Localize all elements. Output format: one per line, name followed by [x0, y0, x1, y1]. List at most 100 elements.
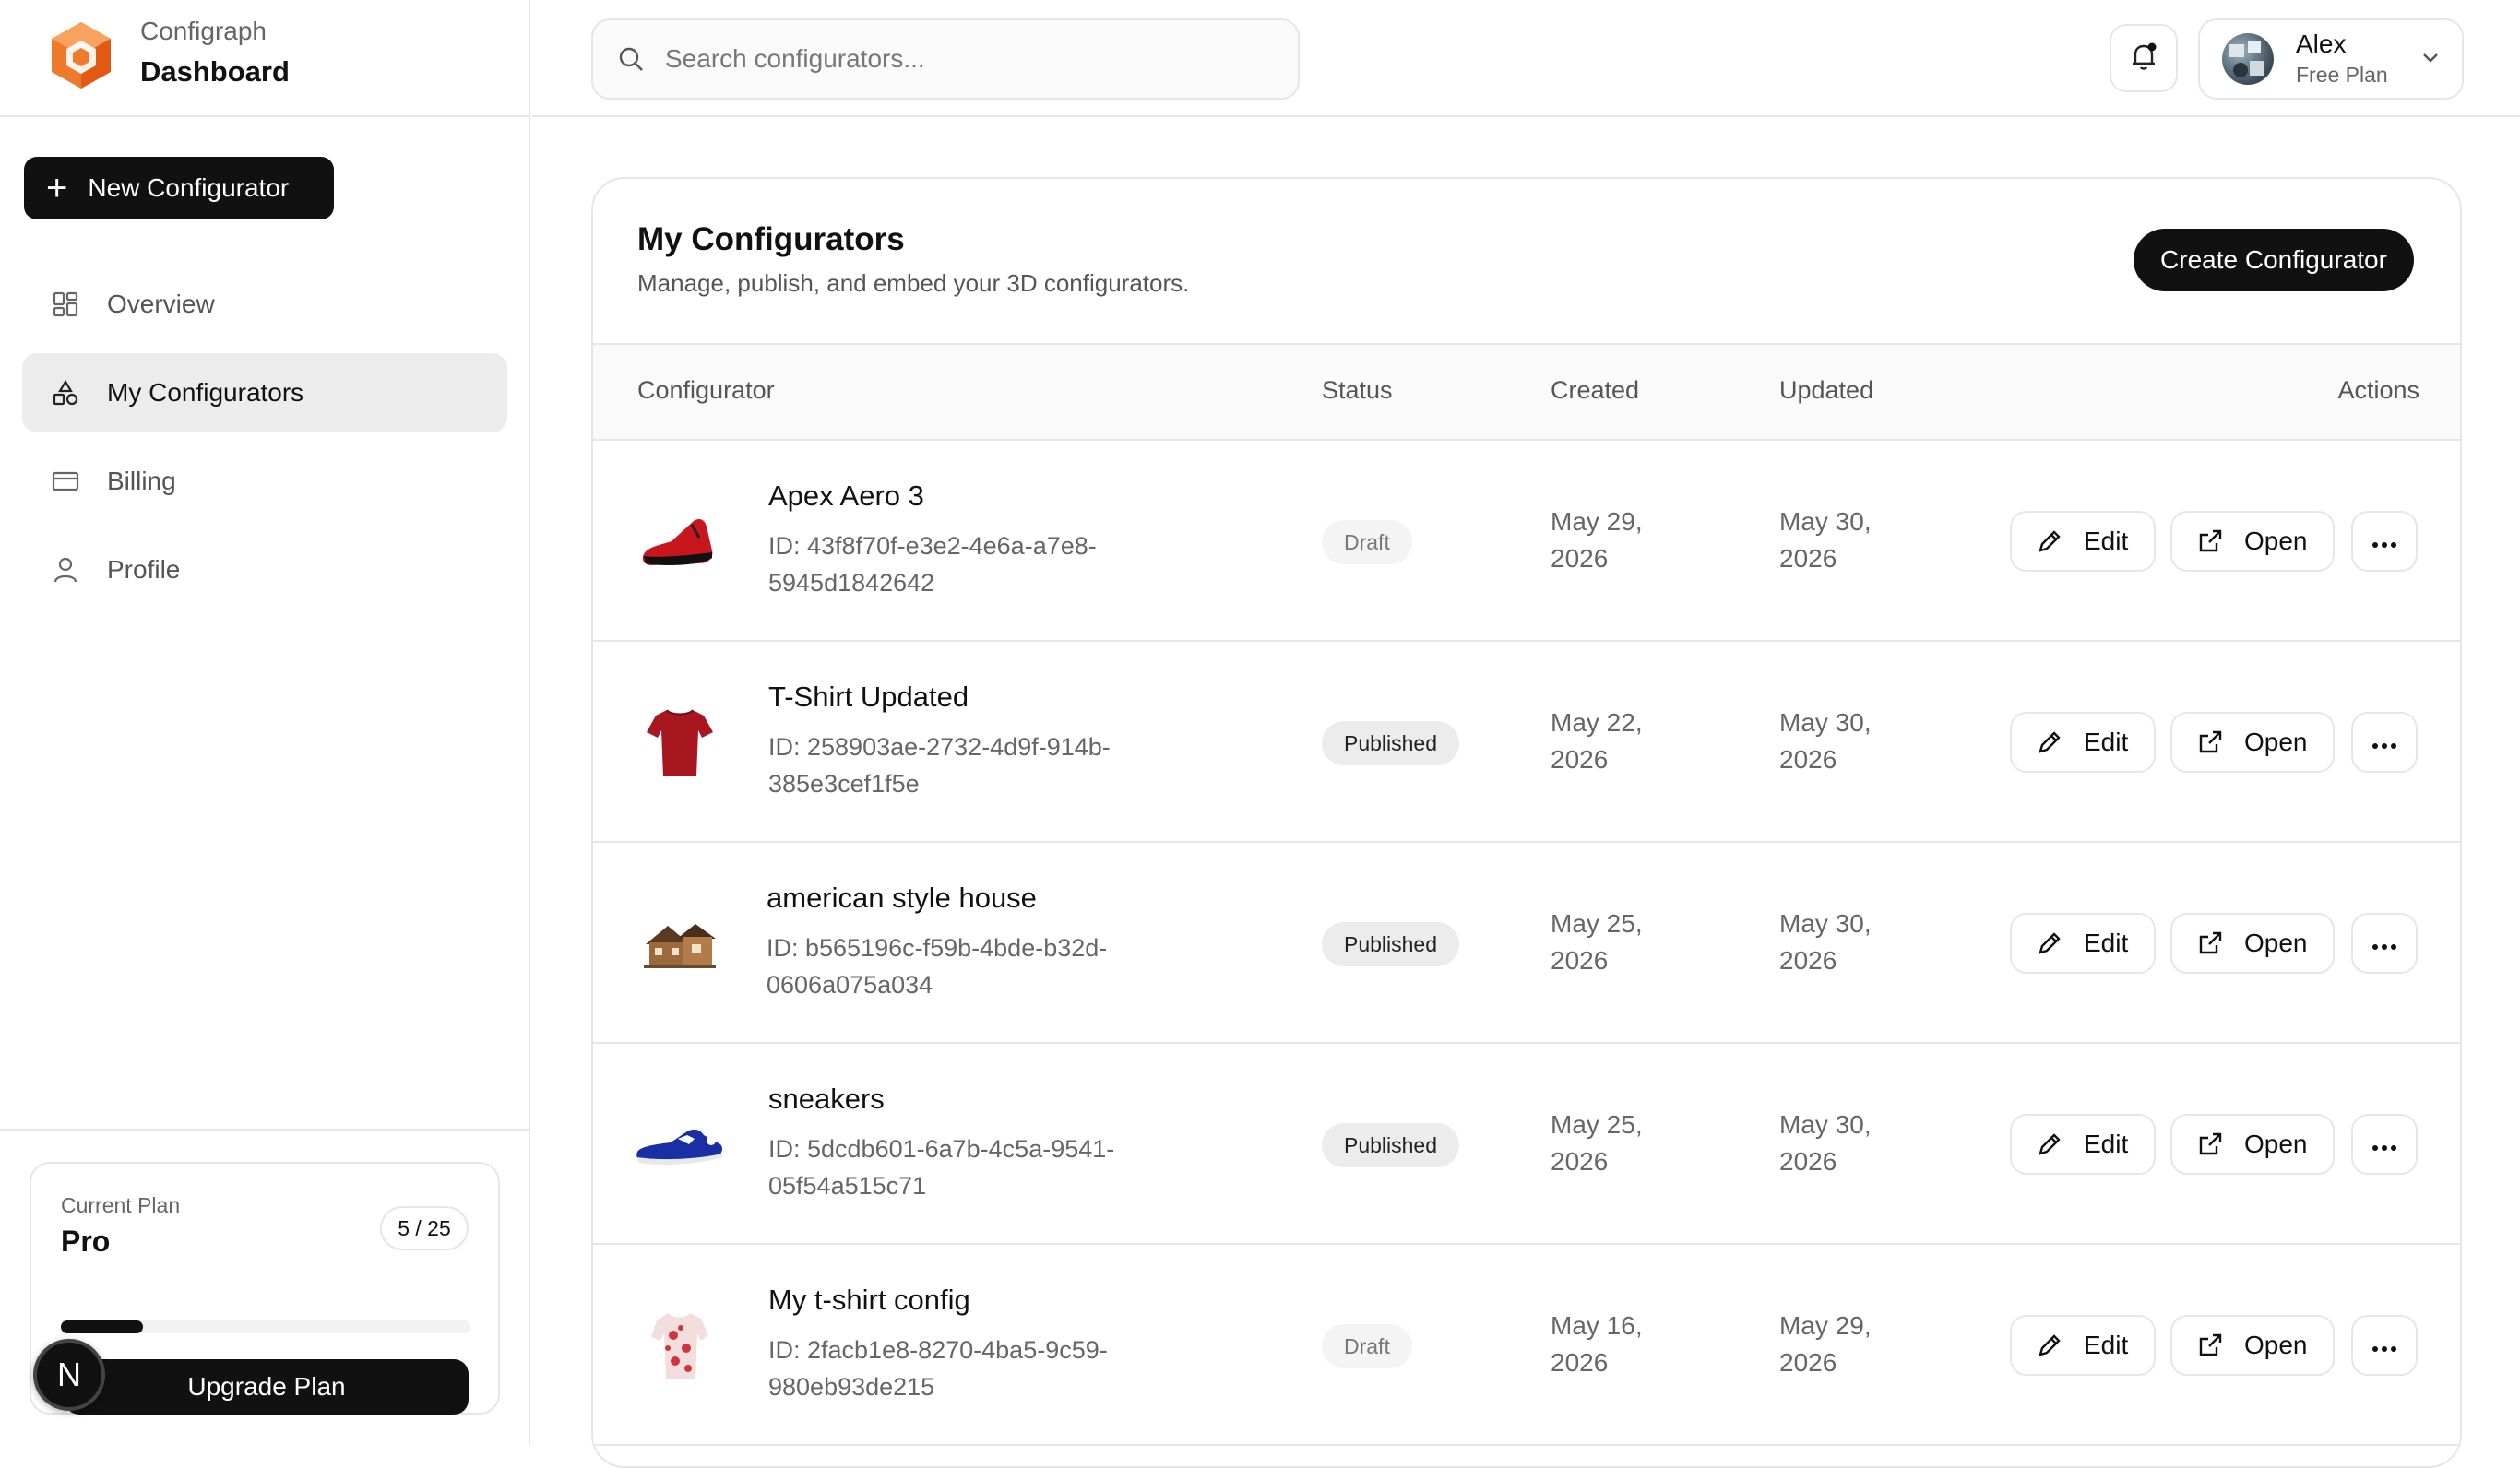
configurator-name[interactable]: My t-shirt config [768, 1284, 970, 1317]
notifications-button[interactable] [2110, 24, 2178, 92]
plan-label: Current Plan [61, 1193, 181, 1217]
page-title: Dashboard [140, 55, 290, 88]
plan-name: Pro [61, 1225, 111, 1258]
sidebar-item-billing[interactable]: Billing [22, 442, 507, 521]
sidebar-item-profile[interactable]: Profile [22, 530, 507, 610]
edit-label: Edit [2084, 1130, 2129, 1158]
date-line: May 30, [1779, 909, 1872, 938]
date-line: May 25, [1551, 1110, 1643, 1139]
column-header-created: Created [1551, 376, 1640, 404]
edit-label: Edit [2084, 728, 2129, 756]
configurator-name[interactable]: american style house [767, 882, 1037, 915]
open-button[interactable]: Open [2170, 712, 2335, 773]
configraph-logo-icon[interactable] [44, 18, 118, 92]
updated-date: May 29, 2026 [1779, 1308, 1927, 1381]
more-horizontal-icon [2371, 1130, 2398, 1159]
external-link-icon [2194, 1129, 2226, 1160]
open-button[interactable]: Open [2170, 1315, 2335, 1376]
configurator-name[interactable]: sneakers [768, 1083, 885, 1116]
brand-header: Configraph Dashboard [0, 0, 530, 117]
edit-label: Edit [2084, 1331, 2129, 1359]
open-button[interactable]: Open [2170, 1114, 2335, 1175]
created-date: May 29, 2026 [1551, 503, 1698, 577]
pencil-icon [2034, 928, 2065, 959]
status-badge: Draft [1322, 1324, 1412, 1368]
app-name: Configraph [140, 17, 267, 45]
red-tshirt-thumbnail [634, 697, 726, 789]
configurator-id-line: 385e3cef1f5e [768, 770, 920, 798]
date-line: 2026 [1551, 745, 1609, 774]
open-button[interactable]: Open [2170, 913, 2335, 974]
section-title: My Configurators [637, 221, 905, 257]
edit-button[interactable]: Edit [2010, 1315, 2156, 1376]
configurator-name[interactable]: Apex Aero 3 [768, 479, 924, 513]
grid-icon [50, 289, 81, 320]
more-horizontal-icon [2371, 527, 2398, 556]
more-options-button[interactable] [2351, 712, 2418, 773]
dev-tools-badge[interactable]: N [33, 1339, 105, 1411]
configurator-id-line: ID: 43f8f70f-e3e2-4e6a-a7e8- [768, 532, 1097, 560]
sidebar-item-overview[interactable]: Overview [22, 265, 507, 344]
configurator-id: ID: 2facb1e8-8270-4ba5-9c59- 980eb93de215 [768, 1332, 1193, 1405]
user-menu[interactable]: Alex Free Plan [2198, 18, 2464, 100]
blue-sneaker-thumbnail [634, 1099, 726, 1191]
more-options-button[interactable] [2351, 913, 2418, 974]
date-line: 2026 [1551, 946, 1609, 975]
upgrade-plan-button[interactable]: Upgrade Plan [65, 1359, 469, 1415]
red-sneaker-thumbnail [634, 496, 726, 588]
search-box[interactable] [591, 18, 1300, 100]
date-line: May 30, [1779, 708, 1872, 737]
open-button[interactable]: Open [2170, 511, 2335, 572]
more-options-button[interactable] [2351, 1114, 2418, 1175]
plus-icon: + [46, 168, 68, 208]
more-options-button[interactable] [2351, 511, 2418, 572]
date-line: 2026 [1779, 544, 1837, 573]
date-line: 2026 [1779, 1147, 1837, 1176]
configurator-id: ID: b565196c-f59b-4bde-b32d- 0606a075a034 [767, 929, 1191, 1003]
floral-tshirt-thumbnail [634, 1300, 726, 1392]
date-line: May 25, [1551, 909, 1643, 938]
search-input[interactable] [665, 44, 1255, 74]
credit-card-icon [50, 466, 81, 497]
section-subtitle: Manage, publish, and embed your 3D confi… [637, 269, 1190, 297]
more-options-button[interactable] [2351, 1315, 2418, 1376]
edit-button[interactable]: Edit [2010, 1114, 2156, 1175]
updated-date: May 30, 2026 [1779, 1107, 1927, 1180]
edit-button[interactable]: Edit [2010, 511, 2156, 572]
pencil-icon [2034, 1129, 2065, 1160]
configurator-id-line: ID: 258903ae-2732-4d9f-914b- [768, 733, 1111, 761]
create-configurator-button[interactable]: Create Configurator [2134, 229, 2414, 291]
edit-button[interactable]: Edit [2010, 913, 2156, 974]
table-row[interactable]: american style house ID: b565196c-f59b-4… [593, 843, 2460, 1044]
table-row[interactable]: sneakers ID: 5dcdb601-6a7b-4c5a-9541- 05f… [593, 1044, 2460, 1245]
table-row[interactable]: My t-shirt config ID: 2facb1e8-8270-4ba5… [593, 1245, 2460, 1446]
pencil-icon [2034, 1330, 2065, 1361]
search-icon [615, 43, 647, 75]
user-name: Alex [2296, 30, 2347, 58]
edit-label: Edit [2084, 929, 2129, 957]
edit-button[interactable]: Edit [2010, 712, 2156, 773]
date-line: 2026 [1779, 1348, 1837, 1377]
configurator-name[interactable]: T-Shirt Updated [768, 681, 969, 714]
external-link-icon [2194, 928, 2226, 959]
column-header-actions: Actions [2337, 376, 2419, 404]
table-row[interactable]: T-Shirt Updated ID: 258903ae-2732-4d9f-9… [593, 642, 2460, 843]
sidebar-item-label: Overview [107, 290, 215, 318]
date-line: 2026 [1779, 745, 1837, 774]
top-bar: Alex Free Plan [532, 0, 2520, 117]
date-line: 2026 [1551, 1348, 1609, 1377]
status-badge: Published [1322, 922, 1460, 966]
avatar [2222, 33, 2274, 85]
new-configurator-button[interactable]: + New Configurator [24, 157, 334, 219]
open-label: Open [2244, 1130, 2308, 1158]
more-horizontal-icon [2371, 1331, 2398, 1360]
updated-date: May 30, 2026 [1779, 503, 1927, 577]
wooden-house-thumbnail [634, 898, 726, 990]
external-link-icon [2194, 1330, 2226, 1361]
date-line: 2026 [1551, 1147, 1609, 1176]
table-row[interactable]: Apex Aero 3 ID: 43f8f70f-e3e2-4e6a-a7e8-… [593, 441, 2460, 642]
status-badge: Published [1322, 1123, 1460, 1167]
date-line: May 30, [1779, 507, 1872, 536]
sidebar-item-my-configurators[interactable]: My Configurators [22, 353, 507, 432]
more-horizontal-icon [2371, 929, 2398, 958]
